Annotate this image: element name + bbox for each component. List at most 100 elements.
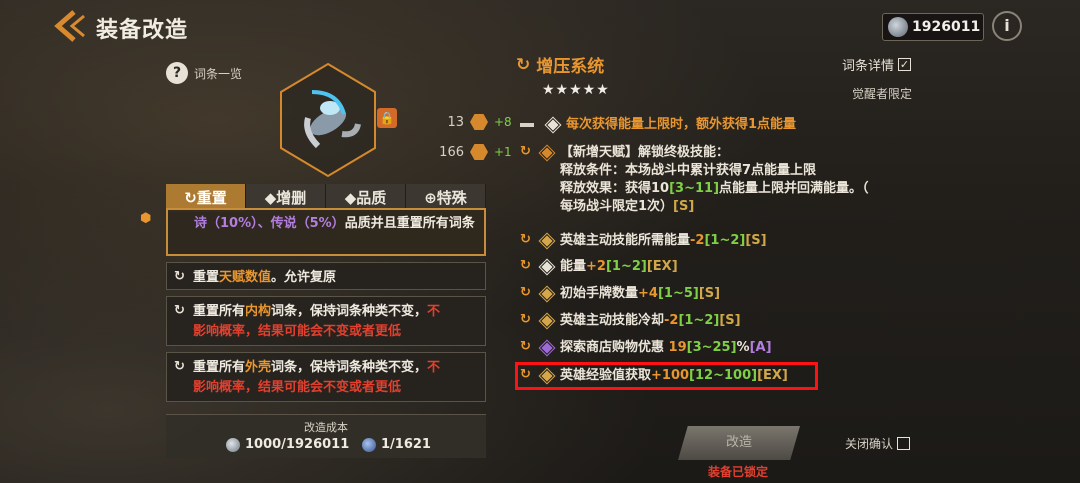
reroll-icon[interactable]: ↻ — [520, 258, 536, 273]
entry-value: -2 — [690, 233, 705, 248]
currency-value: 1926011 — [912, 19, 981, 35]
option-inner-reset[interactable]: ↻ 重置所有内构词条，保持词条种类不变，不 影响概率，结果可能会不变或者更低 — [166, 296, 486, 346]
option-shell-reset[interactable]: ↻ 重置所有外壳词条，保持词条种类不变，不 影响概率，结果可能会不变或者更低 — [166, 352, 486, 402]
reroll-icon[interactable]: ↻ — [520, 312, 536, 327]
option-quality-text-2: 品质并且重置所有词条 — [344, 216, 475, 231]
entry-label: 能量 — [560, 259, 587, 274]
close-confirm-checkbox[interactable] — [897, 437, 911, 450]
entry-row: ↻ 英雄主动技能冷却-2[1~2][S] — [520, 312, 741, 330]
option-warning: 不 — [427, 360, 441, 375]
diamond-icon: ◆ — [344, 189, 357, 207]
entry-diamond-icon — [538, 312, 556, 330]
modify-button[interactable]: 改造 — [678, 426, 800, 460]
dash-icon — [520, 123, 534, 127]
page-title: 装备改造 — [96, 18, 189, 43]
talent-icon — [538, 144, 556, 162]
entry-row: ↻ 探索商店购物优惠 19[3~25]%[A] — [520, 339, 772, 357]
cost-core-value: 1/1621 — [381, 437, 431, 452]
entry-row: ↻ 能量+2[1~2][EX] — [520, 258, 678, 276]
option-text: 重置所有 — [193, 360, 246, 375]
reset-icon: ↻ — [174, 359, 185, 374]
option-highlight: 天赋数值 — [219, 270, 272, 285]
entry-range: [1~2] — [605, 259, 647, 274]
close-confirm-label: 关闭确认 — [845, 437, 894, 451]
stat-badge-icon — [470, 144, 488, 160]
option-talent-reset[interactable]: ↻ 重置天赋数值。允许复原 — [166, 262, 486, 290]
talent-line: 每场战斗限定1次） — [560, 199, 674, 214]
help-icon: ? — [166, 62, 188, 84]
detail-checkbox[interactable]: ✓ — [898, 58, 912, 71]
entry-row: ↻ 初始手牌数量+4[1~5][S] — [520, 285, 720, 303]
tab-label: 重置 — [196, 189, 227, 207]
entry-diamond-icon — [538, 339, 556, 357]
entry-range: [1~5] — [657, 286, 699, 301]
entry-tier: [S] — [745, 233, 767, 248]
talent-entry: ↻ 【新增天赋】解锁终极技能： 释放条件：本场战斗中累计获得7点能量上限 释放效… — [520, 144, 869, 216]
reset-icon: ↻ — [174, 303, 185, 318]
reset-icon: ↻ — [184, 189, 197, 207]
entry-range: [1~2] — [678, 313, 720, 328]
cost-label: 改造成本 — [304, 421, 348, 434]
close-confirm-toggle[interactable]: 关闭确认 — [845, 435, 911, 452]
currency-display: 1926011 — [882, 13, 984, 41]
entry-label: 英雄主动技能所需能量 — [560, 233, 691, 248]
lock-icon[interactable]: 🔒 — [377, 108, 397, 128]
awakened-label: 觉醒者限定 — [852, 87, 913, 101]
entry-tier: [S] — [719, 313, 741, 328]
reroll-icon[interactable]: ↻ — [520, 285, 536, 300]
talent-line: 释放效果：获得10 — [560, 181, 670, 196]
cost-gold: 1000/1926011 — [226, 437, 349, 452]
option-highlight: 内构 — [245, 304, 272, 319]
reset-icon: ↻ — [516, 54, 531, 75]
option-warning: 影响概率，结果可能会不变或者更低 — [193, 324, 402, 339]
option-warning: 影响概率，结果可能会不变或者更低 — [193, 380, 402, 395]
cost-gold-value: 1000/1926011 — [245, 437, 350, 452]
option-quality-reset[interactable]: ⬢ 诗（10%）、传说（5%）品质并且重置所有词条 — [140, 208, 486, 256]
stat-delta: +1 — [494, 145, 512, 159]
entry-value: +4 — [638, 286, 658, 301]
entry-label: 探索商店购物优惠 — [560, 340, 669, 355]
back-arrow-icon[interactable] — [52, 10, 88, 42]
entry-value: -2 — [664, 313, 679, 328]
option-warning: 不 — [427, 304, 441, 319]
entry-row: ↻ 英雄主动技能所需能量-2[1~2][S] — [520, 232, 767, 250]
diamond-icon: ◆ — [264, 189, 277, 207]
talent-range: [3~11] — [669, 181, 720, 196]
fixed-entry-icon — [544, 116, 562, 134]
cost-panel: 改造成本 1000/1926011 1/1621 — [166, 414, 486, 458]
talent-line: 释放条件：本场战斗中累计获得7点能量上限 — [560, 163, 817, 178]
quality-badge-icon: ⬢ — [140, 211, 152, 226]
system-title-text: 增压系统 — [536, 57, 605, 77]
cost-core: 1/1621 — [362, 437, 431, 452]
entry-tag-icon — [538, 258, 556, 276]
entry-list-button[interactable]: ? 词条一览 — [166, 62, 242, 84]
detail-label: 词条详情 — [842, 59, 895, 74]
highlight-annotation — [515, 362, 818, 390]
coin-icon — [888, 17, 908, 37]
entry-tier: [EX] — [646, 259, 678, 274]
equipment-item-icon[interactable] — [278, 62, 378, 178]
reroll-icon[interactable]: ↻ — [520, 339, 536, 354]
option-quality-text: 诗（10%）、传说（5%） — [194, 216, 345, 231]
option-highlight: 外壳 — [245, 360, 272, 375]
stat-value: 13 — [447, 114, 464, 130]
reset-icon: ↻ — [174, 269, 185, 284]
rarity-stars: ★★★★★ — [542, 82, 610, 98]
entry-range: [3~25] — [686, 340, 737, 355]
entry-list-label: 词条一览 — [194, 66, 243, 81]
coin-icon — [226, 437, 240, 452]
option-text: 。允许复原 — [271, 270, 337, 285]
stat-row: 13 +8 — [434, 114, 512, 130]
entry-detail-toggle[interactable]: 词条详情 ✓ — [842, 55, 912, 74]
talent-line: 点能量上限并回满能量。（ — [719, 181, 869, 196]
core-icon — [362, 437, 376, 452]
entry-unit: % — [736, 340, 750, 355]
entry-text: 每次获得能量上限时，额外获得1点能量 — [566, 117, 797, 132]
stat-badge-icon — [470, 114, 488, 130]
talent-tier: [S] — [673, 199, 695, 214]
reroll-icon[interactable]: ↻ — [520, 232, 536, 247]
reroll-icon[interactable]: ↻ — [520, 144, 536, 159]
info-button[interactable]: i — [992, 11, 1022, 41]
special-icon: ⊕ — [424, 189, 437, 207]
entry-diamond-icon — [538, 285, 556, 303]
